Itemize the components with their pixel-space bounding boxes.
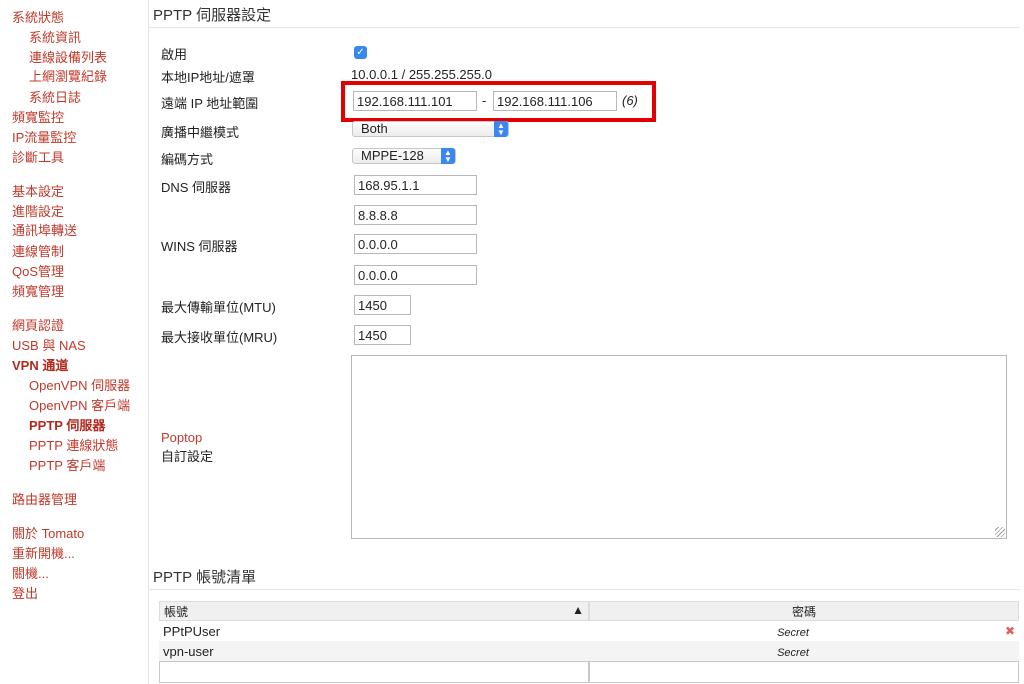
- wins-label: WINS 伺服器: [161, 239, 238, 254]
- encryption-label: 編碼方式: [161, 152, 214, 167]
- main-content: PPTP 伺服器設定 啟用 ✓ 本地IP地址/遮罩 10.0.0.1 / 255…: [148, 0, 1024, 684]
- broadcast-select-value: Both: [361, 121, 388, 136]
- accounts-table: 帳號 ▲ 密碼 PPtPUser Secret ✖ vpn-user Secre…: [159, 601, 1019, 683]
- encryption-select-value: MPPE-128: [361, 148, 424, 163]
- custom-config-label: 自訂設定: [161, 449, 214, 464]
- new-user-input[interactable]: [159, 661, 589, 683]
- account-user: vpn-user: [159, 641, 589, 661]
- mru-input[interactable]: [354, 325, 411, 345]
- nav-vpn-tunneling[interactable]: VPN 通道: [12, 358, 68, 374]
- nav-openvpn-server[interactable]: OpenVPN 伺服器: [29, 378, 130, 394]
- dns2-input[interactable]: [354, 205, 477, 225]
- nav-logout[interactable]: 登出: [12, 586, 38, 602]
- mru-label: 最大接收單位(MRU): [161, 330, 278, 345]
- nav-shutdown[interactable]: 關機...: [12, 566, 49, 582]
- nav-about[interactable]: 關於 Tomato: [12, 526, 84, 542]
- nav-reboot[interactable]: 重新開機...: [12, 546, 75, 562]
- resize-grip-icon[interactable]: [995, 527, 1005, 537]
- sidebar: 系統狀態 系統資訊 連線設備列表 上網瀏覽紀錄 系統日誌 頻寬監控 IP流量監控…: [0, 0, 149, 684]
- check-icon: ✓: [356, 47, 365, 58]
- nav-administration[interactable]: 路由器管理: [12, 492, 77, 508]
- remote-start-input[interactable]: [353, 91, 477, 111]
- table-row[interactable]: PPtPUser Secret ✖: [159, 621, 1019, 641]
- nav-pptp-client[interactable]: PPTP 客戶端: [29, 458, 105, 474]
- nav-bandwidth-monitor[interactable]: 頻寬監控: [12, 110, 64, 126]
- poptop-link[interactable]: Poptop: [161, 430, 202, 445]
- nav-system-status[interactable]: 系統狀態: [12, 10, 64, 26]
- table-row[interactable]: vpn-user Secret: [159, 641, 1019, 661]
- col-pass-header[interactable]: 密碼: [589, 601, 1019, 621]
- mtu-input[interactable]: [354, 295, 411, 315]
- nav-pptp-online[interactable]: PPTP 連線狀態: [29, 438, 118, 454]
- nav-openvpn-client[interactable]: OpenVPN 客戶端: [29, 398, 130, 414]
- account-password: Secret: [777, 646, 809, 659]
- wins1-input[interactable]: [354, 234, 477, 254]
- wins2-input[interactable]: [354, 265, 477, 285]
- nav-advanced-settings[interactable]: 進階設定: [12, 204, 64, 220]
- nav-system-log[interactable]: 系統日誌: [29, 90, 81, 106]
- nav-system-info[interactable]: 系統資訊: [29, 30, 81, 46]
- nav-access-restriction[interactable]: 連線管制: [12, 244, 64, 260]
- custom-config-textarea[interactable]: [351, 355, 1007, 539]
- nav-ip-traffic[interactable]: IP流量監控: [12, 130, 76, 146]
- new-password-input[interactable]: [589, 661, 1019, 683]
- remote-range-label: 遠端 IP 地址範圍: [161, 96, 259, 111]
- nav-port-forwarding[interactable]: 通訊埠轉送: [12, 223, 77, 239]
- remote-end-input[interactable]: [493, 91, 617, 111]
- new-account-row: [159, 661, 1019, 683]
- delete-x-icon[interactable]: ✖: [1005, 624, 1015, 638]
- pptp-server-title: PPTP 伺服器設定: [153, 7, 272, 24]
- sort-ascending-icon: ▲: [572, 602, 584, 617]
- local-ip-label: 本地IP地址/遮罩: [161, 70, 255, 85]
- encryption-select[interactable]: MPPE-128 ▲ ▼: [352, 148, 456, 164]
- enable-label: 啟用: [161, 47, 188, 62]
- table-header-row: 帳號 ▲ 密碼: [159, 601, 1019, 621]
- range-dash: -: [482, 93, 487, 108]
- enable-checkbox[interactable]: ✓: [354, 46, 367, 59]
- account-password-cell: Secret ✖: [589, 621, 1019, 641]
- dns-label: DNS 伺服器: [161, 180, 232, 195]
- col-pass-label: 密碼: [791, 604, 816, 619]
- nav-bandwidth-limiter[interactable]: 頻寬管理: [12, 284, 64, 300]
- account-password-cell: Secret: [589, 641, 1019, 661]
- section-divider: [148, 589, 1020, 590]
- nav-captive-portal[interactable]: 網頁認證: [12, 318, 64, 334]
- nav-qos[interactable]: QoS管理: [12, 264, 64, 280]
- local-ip-value: 10.0.0.1 / 255.255.255.0: [351, 67, 492, 82]
- nav-usb-nas[interactable]: USB 與 NAS: [12, 338, 86, 354]
- account-password: Secret: [777, 626, 809, 639]
- broadcast-label: 廣播中繼模式: [161, 125, 240, 140]
- pptp-accounts-title: PPTP 帳號清單: [153, 569, 257, 586]
- col-user-header[interactable]: 帳號 ▲: [159, 601, 589, 621]
- col-user-label: 帳號: [164, 604, 189, 619]
- range-count: (6): [622, 93, 638, 108]
- nav-diagnostics[interactable]: 診斷工具: [12, 150, 64, 166]
- nav-pptp-server[interactable]: PPTP 伺服器: [29, 418, 105, 434]
- mtu-label: 最大傳輸單位(MTU): [161, 300, 276, 315]
- dns1-input[interactable]: [354, 175, 477, 195]
- account-user: PPtPUser: [159, 621, 589, 641]
- nav-device-list[interactable]: 連線設備列表: [29, 50, 107, 66]
- select-arrows-icon: ▲ ▼: [441, 148, 455, 164]
- broadcast-select[interactable]: Both ▲ ▼: [352, 121, 509, 137]
- select-arrows-icon: ▲ ▼: [494, 121, 508, 137]
- nav-web-history[interactable]: 上網瀏覽紀錄: [29, 69, 107, 85]
- nav-basic-settings[interactable]: 基本設定: [12, 184, 64, 200]
- section-divider: [148, 27, 1020, 28]
